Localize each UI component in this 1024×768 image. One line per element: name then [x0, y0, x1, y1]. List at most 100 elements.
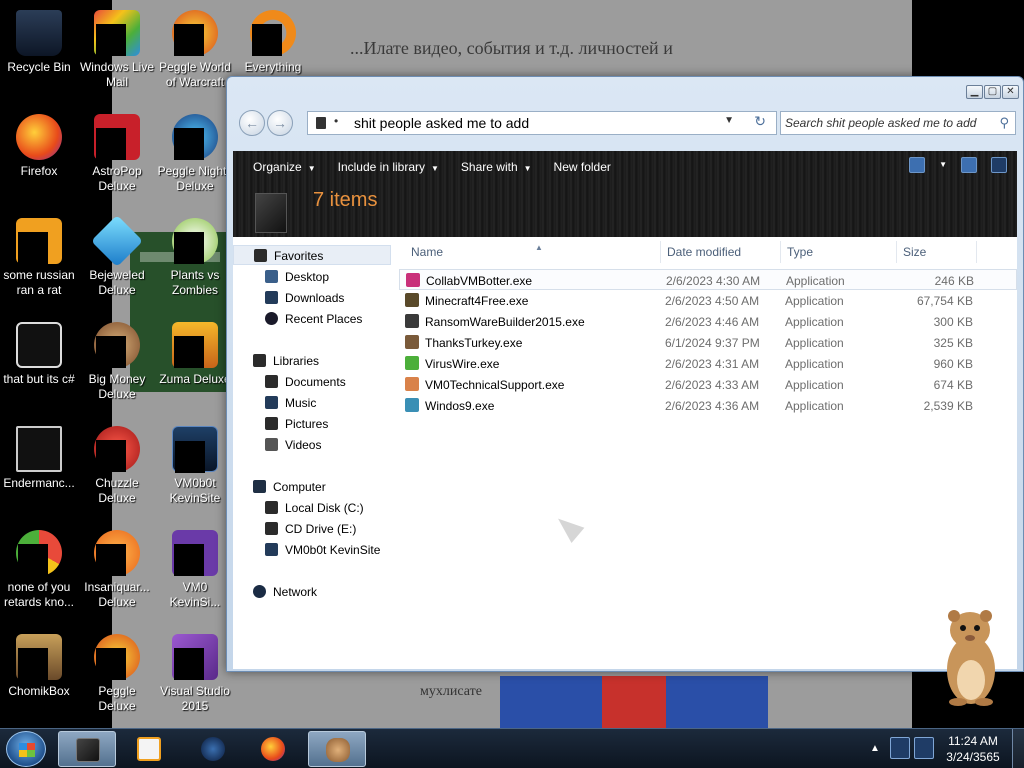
- taskbar-hamster[interactable]: [308, 731, 366, 767]
- nav-downloads[interactable]: Downloads: [233, 288, 393, 308]
- refresh-icon[interactable]: ↻: [754, 113, 766, 130]
- address-bar[interactable]: • shit people asked me to add ▼ ↻: [307, 111, 777, 135]
- clock-date: 3/24/3565: [946, 750, 1000, 764]
- desktop-icon-zuma[interactable]: Zuma Deluxe: [156, 316, 234, 387]
- show-hidden-icons-button[interactable]: ▲: [866, 733, 884, 765]
- forward-button[interactable]: →: [267, 110, 293, 136]
- search-icon[interactable]: ⚲: [999, 115, 1009, 131]
- nav-desktop-label: Desktop: [285, 270, 330, 284]
- view-buttons: ▼: [909, 157, 1007, 173]
- start-button[interactable]: [6, 731, 46, 767]
- taskbar-firefox[interactable]: [244, 731, 302, 767]
- desktop-icon-firefox[interactable]: Firefox: [0, 108, 78, 179]
- desktop-icon-none-of-you[interactable]: none of you retards kno...: [0, 524, 78, 610]
- explorer-icon: [76, 738, 100, 762]
- file-row[interactable]: RansomWareBuilder2015.exe 2/6/2023 4:46 A…: [399, 311, 1017, 332]
- share-with-button[interactable]: Share with ▼: [453, 156, 540, 178]
- nav-network[interactable]: Network: [233, 582, 393, 602]
- desktop-icon-plants-vs-zombies[interactable]: Plants vs Zombies: [156, 212, 234, 298]
- desktop-icon-bejeweled[interactable]: Bejeweled Deluxe: [78, 212, 156, 298]
- astropop-icon: [94, 114, 140, 160]
- file-type: Application: [785, 315, 844, 329]
- nav-pictures[interactable]: Pictures: [233, 414, 393, 434]
- nav-music-label: Music: [285, 396, 317, 410]
- nav-favorites[interactable]: Favorites: [233, 245, 391, 265]
- include-in-library-button[interactable]: Include in library ▼: [330, 156, 447, 178]
- file-row[interactable]: VM0TechnicalSupport.exe 2/6/2023 4:33 AM A…: [399, 374, 1017, 395]
- network-drive-icon: [265, 543, 278, 556]
- search-input[interactable]: [785, 114, 985, 132]
- desktop-icon-vm0b0t-kevinsite[interactable]: VM0b0t KevinSite: [156, 420, 234, 506]
- file-row[interactable]: Minecraft4Free.exe 2/6/2023 4:50 AM Applic…: [399, 290, 1017, 311]
- desktop-icon-visual-studio[interactable]: Visual Studio 2015: [156, 628, 234, 714]
- file-row[interactable]: VirusWire.exe 2/6/2023 4:31 AM Application…: [399, 353, 1017, 374]
- nav-videos-label: Videos: [285, 438, 322, 452]
- desktop-icon-endermanch[interactable]: Endermanc...: [0, 420, 78, 491]
- file-row[interactable]: Windos9.exe 2/6/2023 4:36 AM Application 2,…: [399, 395, 1017, 416]
- nav-music[interactable]: Music: [233, 393, 393, 413]
- insaniquarium-icon: [94, 530, 140, 576]
- wallpaper-caption: ...Илате видео, события и т.д. личностей…: [350, 38, 673, 58]
- close-button[interactable]: ✕: [1002, 85, 1019, 99]
- organize-button[interactable]: Organize ▼: [245, 156, 324, 178]
- desktop-icon-chomikbox[interactable]: ChomikBox: [0, 628, 78, 699]
- taskbar-media-player[interactable]: [120, 731, 178, 767]
- nav-desktop[interactable]: Desktop: [233, 267, 393, 287]
- desktop-icon-recycle-bin[interactable]: Recycle Bin: [0, 4, 78, 75]
- change-view-icon[interactable]: [909, 157, 926, 173]
- nav-videos[interactable]: Videos: [233, 435, 393, 455]
- file-type: Application: [785, 378, 844, 392]
- computer-icon: [253, 480, 266, 493]
- search-box[interactable]: ⚲: [780, 111, 1016, 135]
- column-header-size[interactable]: Size: [897, 241, 977, 263]
- column-header-type[interactable]: Type: [781, 241, 897, 263]
- desktop-icon-peggle-nights[interactable]: Peggle Nights Deluxe: [156, 108, 234, 194]
- desktop-icon-peggle-wow[interactable]: Peggle World of Warcraft: [156, 4, 234, 90]
- tray-display-icon[interactable]: [890, 737, 910, 759]
- breadcrumb-current-folder[interactable]: shit people asked me to add: [354, 115, 529, 131]
- videos-icon: [265, 438, 278, 451]
- clock[interactable]: 11:24 AM 3/24/3565: [936, 733, 1010, 765]
- file-row[interactable]: CollabVMBotter.exe 2/6/2023 4:30 AM Applic…: [399, 269, 1017, 290]
- desktop-icon-astropop[interactable]: AstroPop Deluxe: [78, 108, 156, 194]
- file-name: Windos9.exe: [425, 399, 495, 413]
- nav-favorites-label: Favorites: [274, 249, 324, 263]
- downloads-icon: [265, 291, 278, 304]
- desktop-icon-insaniquarium[interactable]: Insaniquar... Deluxe: [78, 524, 156, 610]
- minimize-button[interactable]: ▁: [966, 85, 983, 99]
- nav-recent-places[interactable]: Recent Places: [233, 309, 393, 329]
- nav-cd-drive[interactable]: CD Drive (E:): [233, 519, 393, 539]
- desktop-icon-everything[interactable]: Everything: [234, 4, 312, 75]
- file-date: 2/6/2023 4:36 AM: [665, 399, 760, 413]
- desktop-icon-that-but-csharp[interactable]: that but its c#: [0, 316, 78, 387]
- application-icon: [405, 314, 419, 328]
- help-icon[interactable]: [991, 157, 1007, 173]
- column-header-name[interactable]: Name ▲: [405, 241, 661, 263]
- nav-libraries[interactable]: Libraries: [233, 351, 393, 371]
- desktop-icon-peggle-deluxe[interactable]: Peggle Deluxe: [78, 628, 156, 714]
- desktop-icon-big-money[interactable]: Big Money Deluxe: [78, 316, 156, 402]
- desktop-icon-chuzzle[interactable]: Chuzzle Deluxe: [78, 420, 156, 506]
- file-type: Application: [785, 336, 844, 350]
- taskbar-explorer[interactable]: [58, 731, 116, 767]
- nav-computer[interactable]: Computer: [233, 477, 393, 497]
- view-dropdown-icon[interactable]: ▼: [939, 157, 947, 173]
- desktop-icon-windows-live-mail[interactable]: Windows Live Mail: [78, 4, 156, 90]
- nav-local-disk[interactable]: Local Disk (C:): [233, 498, 393, 518]
- back-button[interactable]: ←: [239, 110, 265, 136]
- desktop-icon-russian-rat[interactable]: some russian ran a rat: [0, 212, 78, 298]
- nav-vm0b0t-kevinsite[interactable]: VM0b0t KevinSite: [233, 540, 393, 560]
- address-dropdown-icon[interactable]: ▼: [724, 115, 734, 126]
- tray-volume-icon[interactable]: [914, 737, 934, 759]
- desktop-icon-vm0-kevinsite[interactable]: VM0 KevinSi...: [156, 524, 234, 610]
- breadcrumb-separator[interactable]: •: [334, 114, 338, 128]
- preview-pane-icon[interactable]: [961, 157, 977, 173]
- maximize-button[interactable]: ▢: [984, 85, 1001, 99]
- firefox-icon: [261, 737, 285, 761]
- column-header-date[interactable]: Date modified: [661, 241, 781, 263]
- show-desktop-button[interactable]: [1012, 729, 1024, 768]
- nav-documents[interactable]: Documents: [233, 372, 393, 392]
- taskbar-globe[interactable]: [184, 731, 242, 767]
- new-folder-button[interactable]: New folder: [546, 156, 619, 178]
- file-row[interactable]: ThanksTurkey.exe 6/1/2024 9:37 PM Applicat…: [399, 332, 1017, 353]
